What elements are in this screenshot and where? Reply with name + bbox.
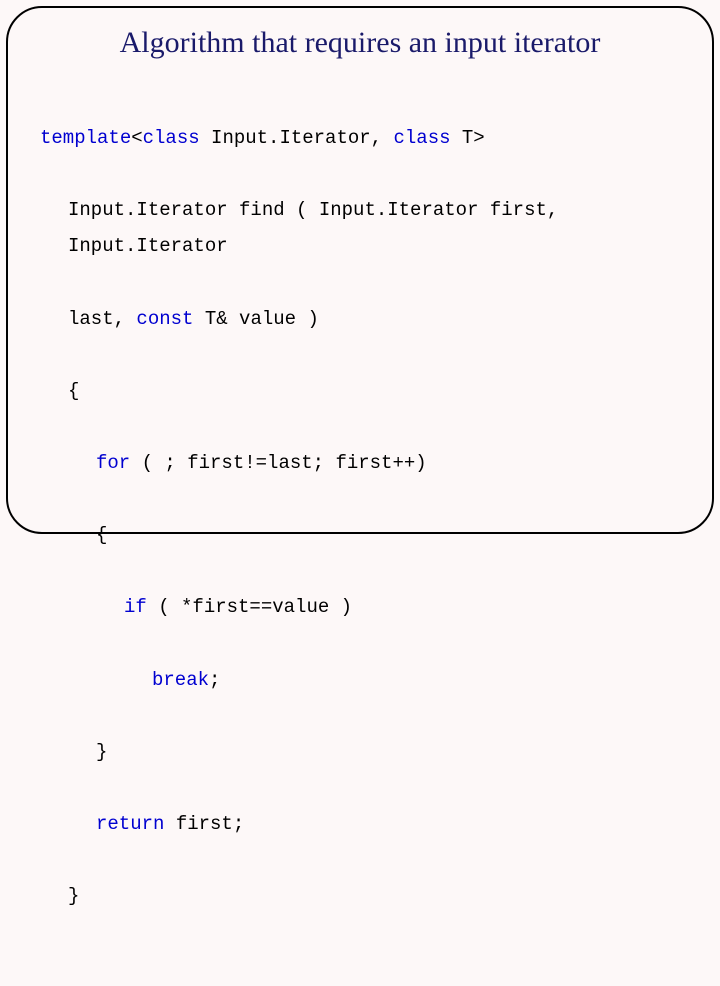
code-line: for ( ; first!=last; first++) — [40, 445, 680, 481]
keyword-class: class — [393, 127, 450, 149]
code-text: T> — [451, 127, 485, 149]
keyword-for: for — [96, 452, 130, 474]
code-line: } — [40, 734, 680, 770]
keyword-const: const — [136, 308, 193, 330]
brace: { — [68, 380, 79, 402]
code-text: ( *first==value ) — [147, 596, 352, 618]
code-text: ( ; first!=last; first++) — [130, 452, 426, 474]
code-line: break; — [40, 662, 680, 698]
code-line: { — [40, 517, 680, 553]
code-text: first; — [164, 813, 244, 835]
code-text: last, — [68, 308, 136, 330]
code-line: return first; — [40, 806, 680, 842]
brace: } — [68, 885, 79, 907]
code-line: last, const T& value ) — [40, 301, 680, 337]
code-text: < — [131, 127, 142, 149]
code-line: if ( *first==value ) — [40, 589, 680, 625]
keyword-return: return — [96, 813, 164, 835]
code-line: Input.Iterator find ( Input.Iterator fir… — [40, 192, 680, 264]
slide-title: Algorithm that requires an input iterato… — [40, 26, 680, 60]
brace: } — [96, 741, 107, 763]
code-text: Input.Iterator, — [200, 127, 394, 149]
code-text: Input.Iterator find ( Input.Iterator fir… — [68, 199, 570, 257]
brace: { — [96, 524, 107, 546]
keyword-template: template — [40, 127, 131, 149]
code-text: ; — [209, 669, 220, 691]
keyword-class: class — [143, 127, 200, 149]
code-block: template<class Input.Iterator, class T> … — [40, 84, 680, 986]
code-line: template<class Input.Iterator, class T> — [40, 120, 680, 156]
keyword-break: break — [152, 669, 209, 691]
slide-frame: Algorithm that requires an input iterato… — [6, 6, 714, 534]
code-line: { — [40, 373, 680, 409]
code-text: T& value ) — [193, 308, 318, 330]
keyword-if: if — [124, 596, 147, 618]
code-line: } — [40, 878, 680, 914]
